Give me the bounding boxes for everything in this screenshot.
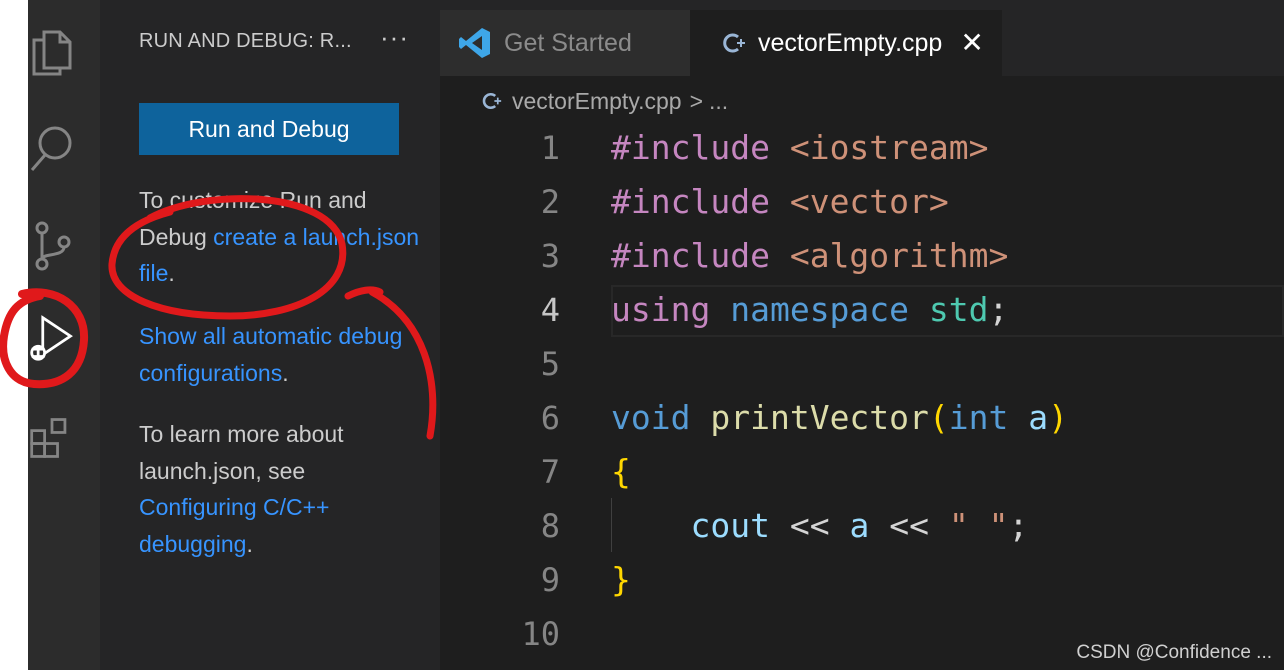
code-token: }: [611, 560, 631, 599]
run-debug-sidebar: RUN AND DEBUG: R... ··· Run and Debug To…: [100, 0, 440, 670]
close-icon[interactable]: ✕: [960, 29, 983, 57]
code-token: <algorithm>: [789, 236, 1009, 275]
code-token: #include: [611, 236, 770, 275]
code-token: a: [1028, 398, 1049, 437]
period: .: [246, 530, 253, 557]
line-number-active: 4: [540, 291, 560, 329]
code-token: #include: [611, 128, 770, 167]
editor-tab-bar: Get Started vectorEmpty.cpp ✕: [440, 0, 1284, 76]
code-token: (: [928, 398, 949, 437]
code-token: void: [611, 398, 691, 437]
run-and-debug-button[interactable]: Run and Debug: [139, 103, 399, 155]
code-token: <<: [789, 506, 830, 545]
code-token: cout: [690, 506, 770, 545]
code-token: std: [928, 290, 989, 329]
line-number: 2: [540, 183, 560, 221]
period: .: [282, 359, 289, 386]
line-number: 9: [540, 561, 560, 599]
code-token: ;: [988, 290, 1009, 329]
show-automatic-configs-link[interactable]: Show all automatic debug configurations: [139, 323, 402, 386]
run-debug-icon[interactable]: [28, 312, 76, 364]
code-token: ): [1048, 398, 1069, 437]
configuring-cpp-debugging-link[interactable]: Configuring C/C++ debugging: [139, 494, 330, 557]
tab-get-started[interactable]: Get Started: [440, 10, 690, 76]
code-line-6: void printVector(int a): [611, 391, 1068, 445]
code-token: int: [948, 398, 1009, 437]
learn-more-text: To learn more about launch.json, see: [139, 421, 344, 484]
code-line-1: #include <iostream>: [611, 121, 989, 175]
line-number: 7: [540, 453, 560, 491]
sidebar-title: RUN AND DEBUG: R...: [139, 30, 352, 52]
code-line-9: }: [611, 553, 631, 607]
code-token: ;: [1008, 506, 1029, 545]
source-control-icon[interactable]: [28, 220, 76, 272]
code-editor[interactable]: vectorEmpty.cpp > ... 1 2 3 4 5 6 7 8 9 …: [440, 76, 1284, 670]
code-token: <iostream>: [789, 128, 989, 167]
more-actions-button[interactable]: ···: [380, 22, 409, 53]
breadcrumb-file[interactable]: vectorEmpty.cpp: [512, 88, 682, 115]
code-line-8: cout << a << " ";: [611, 499, 1028, 553]
code-token: {: [611, 452, 631, 491]
line-number: 5: [540, 345, 560, 383]
tab-vectorempty-cpp[interactable]: vectorEmpty.cpp ✕: [690, 10, 1002, 76]
extensions-icon[interactable]: [28, 412, 76, 464]
left-margin: [0, 0, 28, 670]
search-icon[interactable]: [28, 122, 76, 174]
code-line-4: using namespace std;: [611, 283, 1008, 337]
line-number: 10: [521, 615, 560, 653]
line-number: 8: [540, 507, 560, 545]
vscode-logo-icon: [459, 28, 490, 58]
code-token: a: [849, 506, 870, 545]
cpp-file-icon: [723, 33, 745, 53]
period: .: [168, 260, 175, 286]
activity-bar: [28, 0, 100, 670]
code-token: " ": [948, 506, 1009, 545]
code-token: printVector: [710, 398, 929, 437]
code-token: #include: [611, 182, 770, 221]
watermark: CSDN @Confidence ...: [1076, 642, 1272, 663]
code-token: <<: [889, 506, 929, 545]
explorer-icon[interactable]: [28, 26, 76, 78]
code-line-7: {: [611, 445, 631, 499]
chevron-right-icon: >: [689, 87, 704, 114]
cpp-file-icon: [482, 93, 502, 109]
tab-label: Get Started: [504, 28, 632, 57]
code-line-2: #include <vector>: [611, 175, 949, 229]
line-number: 1: [540, 129, 560, 167]
code-token: <vector>: [789, 182, 949, 221]
automatic-configs-paragraph: Show all automatic debug configurations.: [139, 318, 429, 391]
line-number: 6: [540, 399, 560, 437]
breadcrumb-symbols[interactable]: ...: [709, 88, 728, 115]
line-number: 3: [540, 237, 560, 275]
code-token: using: [611, 290, 711, 329]
code-token: namespace: [730, 290, 910, 329]
customize-paragraph: To customize Run and Debug create a laun…: [139, 182, 429, 292]
breadcrumb: vectorEmpty.cpp > ...: [480, 86, 728, 116]
tab-label: vectorEmpty.cpp: [758, 28, 943, 57]
code-line-3: #include <algorithm>: [611, 229, 1008, 283]
learn-more-paragraph: To learn more about launch.json, see Con…: [139, 416, 429, 562]
